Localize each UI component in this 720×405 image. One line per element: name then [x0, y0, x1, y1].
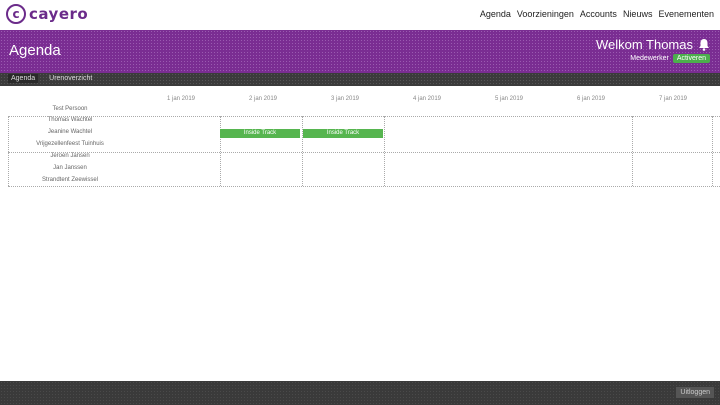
person-row-label: Jan Janssen: [53, 165, 87, 171]
mode-switch: Medewerker Activeren: [630, 54, 710, 63]
nav-item-nieuws[interactable]: Nieuws: [623, 9, 653, 19]
top-navigation: c cayero Agenda Voorzieningen Accounts N…: [0, 0, 720, 30]
person-row-label: Strandtent Zeewissel: [41, 177, 99, 183]
column-divider: [632, 116, 633, 186]
column-divider: [384, 116, 385, 186]
page-title: Agenda: [9, 42, 61, 59]
column-divider: [8, 116, 9, 186]
day-header: 6 jan 2019: [576, 96, 606, 102]
person-row-label: Test Persoon: [52, 106, 88, 112]
nav-item-accounts[interactable]: Accounts: [580, 9, 617, 19]
page-header: Agenda Welkom Thomas Medewerker Activere…: [0, 30, 720, 73]
person-row-label: Jeroen Jansen: [50, 153, 90, 159]
day-header: 1 jan 2019: [166, 96, 196, 102]
agenda-event[interactable]: Inside Track: [220, 129, 300, 138]
sub-tabs: Agenda Urenoverzicht: [8, 74, 95, 83]
agenda-event[interactable]: Inside Track: [303, 129, 383, 138]
agenda-grid: 1 jan 2019 2 jan 2019 3 jan 2019 4 jan 2…: [0, 88, 720, 188]
welcome-area: Welkom Thomas: [596, 37, 710, 52]
tab-agenda[interactable]: Agenda: [8, 74, 39, 83]
day-header: 4 jan 2019: [412, 96, 442, 102]
day-header: 2 jan 2019: [248, 96, 278, 102]
day-header: 5 jan 2019: [494, 96, 524, 102]
welcome-text: Welkom Thomas: [595, 37, 693, 52]
column-divider: [302, 116, 303, 186]
bell-icon[interactable]: [698, 38, 710, 51]
logo[interactable]: c cayero: [6, 4, 88, 24]
tab-urenoverzicht[interactable]: Urenoverzicht: [46, 74, 95, 83]
logout-button[interactable]: Uitloggen: [676, 387, 714, 398]
row-divider: [8, 152, 720, 153]
nav-item-evenementen[interactable]: Evenementen: [658, 9, 714, 19]
column-divider: [220, 116, 221, 186]
day-header: 3 jan 2019: [330, 96, 360, 102]
row-divider: [8, 116, 720, 117]
person-row-label: Jeanine Wachtel: [47, 129, 93, 135]
activate-button[interactable]: Activeren: [672, 54, 710, 63]
main-menu: Agenda Voorzieningen Accounts Nieuws Eve…: [480, 9, 714, 19]
day-header: 7 jan 2019: [658, 96, 688, 102]
person-row-label: Thomas Wachtel: [47, 117, 93, 123]
row-divider: [8, 186, 720, 187]
person-row-label: Vrijgezellenfeest Tuinhuis: [36, 141, 104, 147]
nav-item-voorzieningen[interactable]: Voorzieningen: [517, 9, 574, 19]
logo-mark: c: [6, 4, 26, 24]
nav-item-agenda[interactable]: Agenda: [480, 9, 511, 19]
footer-bar: Uitloggen: [0, 381, 720, 405]
column-divider: [712, 116, 713, 186]
logo-text: cayero: [29, 5, 89, 23]
sub-toolbar: Agenda Urenoverzicht: [0, 73, 720, 86]
mode-label: Medewerker: [630, 55, 669, 62]
